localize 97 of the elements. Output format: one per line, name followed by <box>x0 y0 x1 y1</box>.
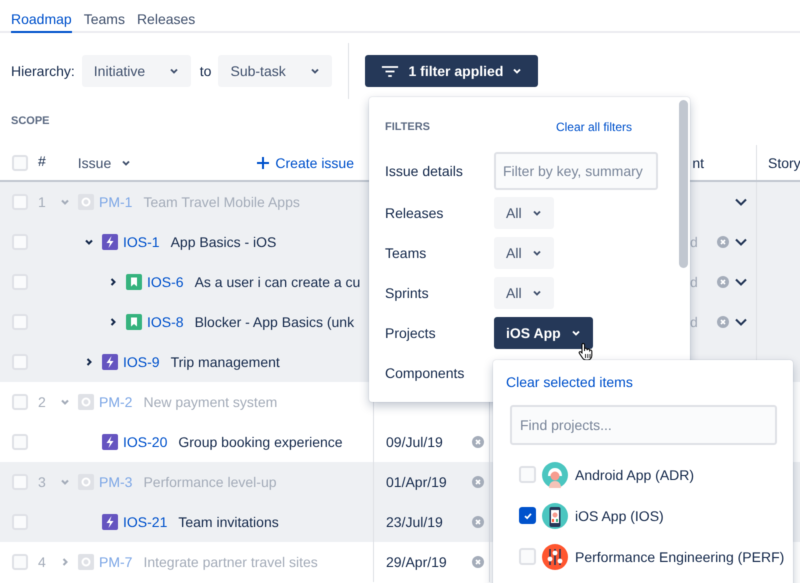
chevron-down-icon <box>532 248 542 258</box>
section-label: SCOPE <box>10 115 50 127</box>
chevron-down-icon <box>512 66 522 76</box>
filter-label: Projects <box>385 325 437 341</box>
chevron-down-icon[interactable] <box>735 278 747 286</box>
issue-key-link[interactable]: IOS-1 <box>123 234 160 250</box>
date-text: 23/Jul/19 <box>386 514 444 530</box>
cell-text: d <box>690 274 699 290</box>
chevron-down-icon <box>532 208 542 218</box>
filter-label: Components <box>385 365 466 381</box>
clear-all-filters-link[interactable]: Clear all filters <box>556 120 632 134</box>
clear-icon[interactable] <box>717 236 729 248</box>
initiative-icon <box>78 554 94 570</box>
bookmark-icon <box>126 314 142 330</box>
filter-icon <box>381 64 400 78</box>
chevron-down-icon <box>168 66 179 76</box>
sliders-avatar-icon <box>542 544 568 570</box>
lightning-icon <box>102 234 118 250</box>
tab[interactable]: Releases <box>136 0 206 31</box>
lightning-icon <box>102 434 118 450</box>
issue-summary: Trip management <box>170 354 280 370</box>
filter-select[interactable]: All <box>494 197 554 229</box>
create-issue-link[interactable]: Create issue <box>257 154 354 170</box>
clear-icon[interactable] <box>717 276 729 288</box>
chevron-down-icon[interactable] <box>735 198 747 206</box>
avatar-icon <box>542 462 568 488</box>
tab[interactable]: Teams <box>84 0 135 31</box>
clear-icon[interactable] <box>717 316 729 328</box>
chevron-down-icon <box>310 66 320 76</box>
row-number: 4 <box>38 554 47 570</box>
date-text: 09/Jul/19 <box>386 434 444 450</box>
tab[interactable]: Roadmap <box>11 0 72 33</box>
issue-summary: App Basics - iOS <box>170 234 276 250</box>
hierarchy-from-select[interactable]: Initiative <box>82 55 191 87</box>
filter-label: Sprints <box>385 285 430 301</box>
issue-key-link[interactable]: IOS-9 <box>123 354 160 370</box>
issue-key-link[interactable]: IOS-6 <box>147 274 184 290</box>
expand-chevron-icon[interactable] <box>84 357 94 367</box>
column-header: nt <box>692 154 704 170</box>
connector-label: to <box>200 63 212 79</box>
chevron-down-icon <box>532 288 542 298</box>
plus-icon <box>257 156 270 168</box>
filter-label: Teams <box>385 245 428 261</box>
clear-icon[interactable] <box>472 556 484 568</box>
issue-summary: As a user i can create a cu <box>194 274 360 290</box>
filter-select[interactable]: All <box>494 277 554 309</box>
row-number: 2 <box>38 394 47 410</box>
expand-chevron-icon[interactable] <box>108 317 118 327</box>
project-option[interactable]: Performance Engineering (PERF) <box>575 548 784 564</box>
clear-icon[interactable] <box>472 436 484 448</box>
issue-summary: Group booking experience <box>178 434 343 450</box>
issue-key-link[interactable]: IOS-21 <box>123 514 168 530</box>
filter-label: Releases <box>385 205 444 221</box>
project-option[interactable]: Android App (ADR) <box>575 466 694 482</box>
issue-filter-field[interactable]: Filter by key, summary <box>494 152 658 190</box>
scrollbar[interactable] <box>679 100 688 268</box>
project-option[interactable]: iOS App (IOS) <box>575 508 664 524</box>
lightning-icon <box>102 514 118 530</box>
filter-label: Issue details <box>385 163 464 179</box>
checkbox[interactable] <box>519 507 536 524</box>
initiative-icon <box>78 194 94 210</box>
panel-title: FILTERS <box>385 121 430 133</box>
issue-summary: New payment system <box>143 394 278 410</box>
row-number: 1 <box>38 194 47 210</box>
issue-sort-button[interactable]: Issue <box>78 154 132 170</box>
hierarchy-to-select[interactable]: Sub-task <box>218 55 332 87</box>
clear-selected-link[interactable]: Clear selected items <box>506 374 633 390</box>
filter-select[interactable]: All <box>494 237 554 269</box>
date-text: 01/Apr/19 <box>386 474 448 490</box>
chevron-down-icon[interactable] <box>735 318 747 326</box>
initiative-icon <box>78 394 94 410</box>
issue-summary: Team invitations <box>178 514 279 530</box>
issue-key-link[interactable]: IOS-20 <box>123 434 168 450</box>
row-number: 3 <box>38 474 47 490</box>
clear-icon[interactable] <box>472 476 484 488</box>
date-text: 29/Apr/19 <box>386 554 448 570</box>
initiative-icon <box>78 474 94 490</box>
chevron-down-icon[interactable] <box>735 238 747 246</box>
bookmark-icon <box>126 274 142 290</box>
phone-avatar-icon <box>542 502 568 528</box>
lightning-icon <box>102 354 118 370</box>
expand-chevron-icon[interactable] <box>108 277 118 287</box>
filter-select[interactable]: iOS App <box>494 317 593 349</box>
project-search-field[interactable]: Find projects... <box>510 405 777 445</box>
filter-button[interactable]: 1 filter applied <box>365 55 538 87</box>
issue-summary: Integrate partner travel sites <box>143 554 318 570</box>
clear-icon[interactable] <box>472 516 484 528</box>
issue-summary: Blocker - App Basics (unk <box>194 314 354 330</box>
cell-text: d <box>690 234 699 250</box>
cell-text: d <box>690 314 699 330</box>
chevron-down-icon <box>570 328 581 338</box>
issue-summary: Team Travel Mobile Apps <box>143 194 300 210</box>
issue-key-link[interactable]: IOS-8 <box>147 314 184 330</box>
hierarchy-label: Hierarchy: <box>11 63 75 79</box>
expand-chevron-icon[interactable] <box>84 237 94 247</box>
issue-summary: Performance level-up <box>143 474 277 490</box>
column-header: # <box>38 152 46 168</box>
